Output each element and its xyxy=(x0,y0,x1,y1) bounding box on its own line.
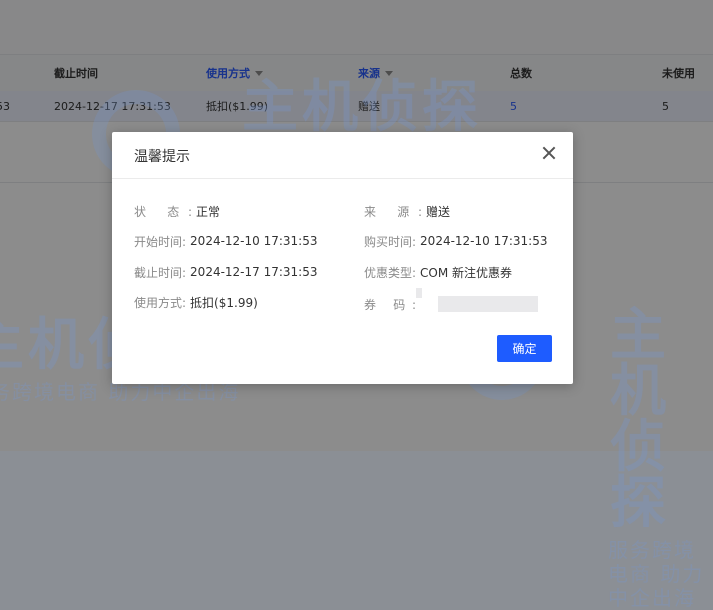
field-use-method-label: 使用方式: xyxy=(134,295,187,310)
field-buy-time: 购买时间: 2024-12-10 17:31:53 xyxy=(364,232,548,250)
dialog-header: 温馨提示 xyxy=(112,132,573,179)
coupon-code-redacted-mark xyxy=(416,288,422,298)
field-start-time: 开始时间: 2024-12-10 17:31:53 xyxy=(134,232,318,250)
field-use-method: 使用方式: 抵扣($1.99) xyxy=(134,293,258,311)
field-buy-time-label: 购买时间: xyxy=(364,234,417,249)
field-status: 状 态: 正常 xyxy=(134,202,220,220)
field-deadline-value: 2024-12-17 17:31:53 xyxy=(190,265,318,279)
coupon-info-dialog: 温馨提示 状 态: 正常 来 源: 赠送 开始时间: 2024-12-10 17… xyxy=(112,132,573,384)
field-status-value: 正常 xyxy=(196,204,221,219)
field-source-value: 赠送 xyxy=(426,204,451,219)
field-source-label: 来 源: xyxy=(364,204,422,219)
field-buy-time-value: 2024-12-10 17:31:53 xyxy=(420,234,548,248)
field-use-method-value: 抵扣($1.99) xyxy=(190,295,258,310)
watermark-slogan: 服务跨境电商 助力中企出海 xyxy=(608,538,705,610)
field-coupon-code: 券 码: xyxy=(364,295,538,313)
field-deadline: 截止时间: 2024-12-17 17:31:53 xyxy=(134,263,318,281)
coupon-code-redacted xyxy=(438,296,538,312)
field-coupon-type: 优惠类型: COM 新注优惠券 xyxy=(364,263,512,281)
field-start-time-label: 开始时间: xyxy=(134,234,187,249)
field-coupon-type-value: COM 新注优惠券 xyxy=(420,265,513,280)
dialog-title: 温馨提示 xyxy=(134,149,190,165)
field-source: 来 源: 赠送 xyxy=(364,202,450,220)
field-deadline-label: 截止时间: xyxy=(134,265,187,280)
confirm-button[interactable]: 确定 xyxy=(497,335,552,362)
field-status-label: 状 态: xyxy=(134,204,192,219)
field-coupon-type-label: 优惠类型: xyxy=(364,265,417,280)
field-start-time-value: 2024-12-10 17:31:53 xyxy=(190,234,318,248)
field-coupon-code-label: 券 码: xyxy=(364,297,416,312)
close-icon[interactable] xyxy=(539,143,559,163)
